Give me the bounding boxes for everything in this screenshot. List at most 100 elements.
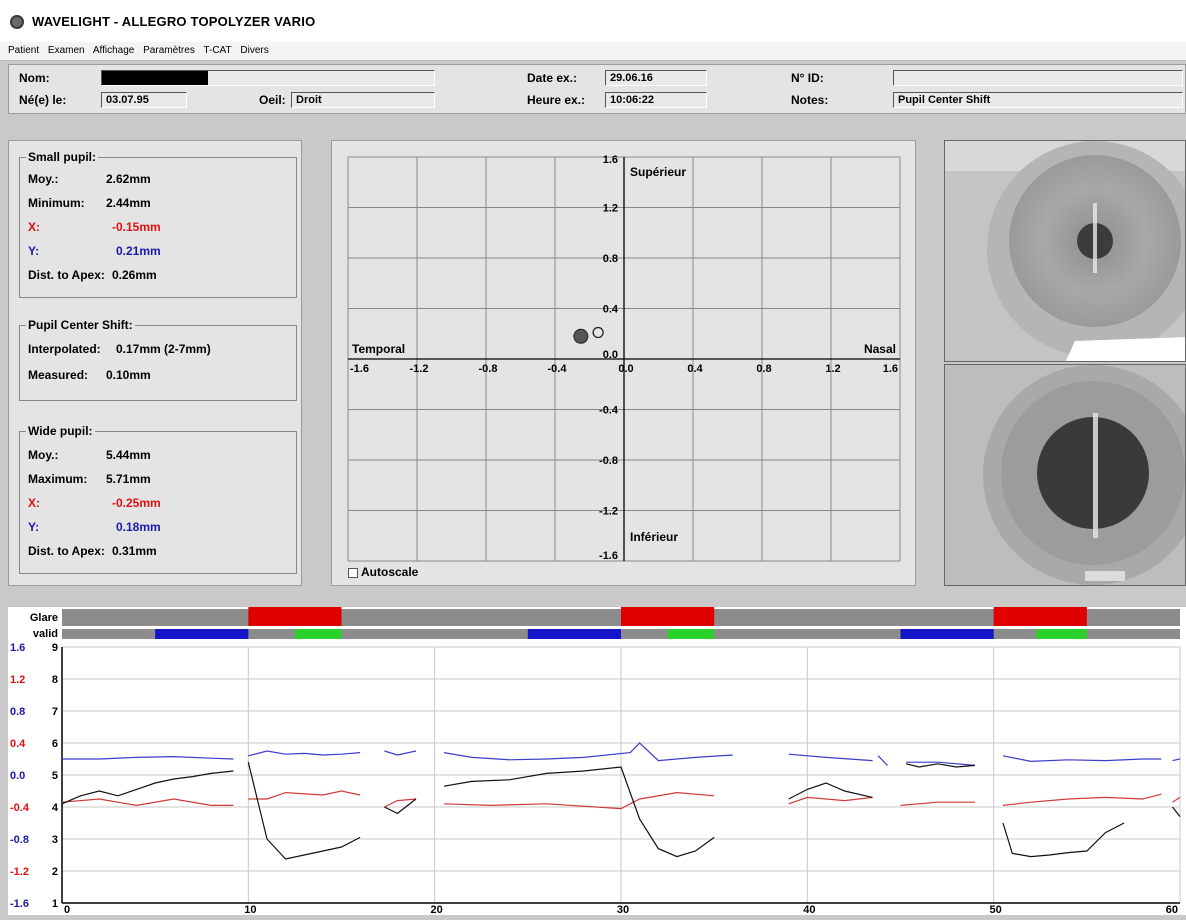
id-field[interactable]	[893, 70, 1183, 86]
scatter-y-tick-label: 0.8	[603, 253, 618, 265]
superieur-label: Supérieur	[630, 165, 686, 179]
time-y-left-tick-label: -1.6	[10, 898, 29, 910]
series-blue-line	[1172, 758, 1181, 762]
scatter-x-tick-label: 1.6	[883, 363, 898, 375]
scatter-x-tick-label: -0.8	[479, 363, 498, 375]
small-dist-value: 0.26mm	[112, 268, 157, 282]
small-x-label: X:	[28, 220, 40, 234]
time-y-right-tick-label: 3	[52, 834, 58, 846]
small-min-label: Minimum:	[28, 196, 85, 210]
autoscale-label: Autoscale	[361, 565, 419, 579]
time-y-right-tick-label: 9	[52, 642, 58, 654]
small-min-value: 2.44mm	[106, 196, 151, 210]
pupil-center-shift-group: Pupil Center Shift: Interpolated: 0.17mm…	[19, 318, 297, 401]
wide-pupil-group: Wide pupil: Moy.: 5.44mm Maximum: 5.71mm…	[19, 424, 297, 574]
series-blue-line	[62, 755, 234, 760]
series-black-line	[443, 766, 715, 858]
oeil-field[interactable]: Droit	[291, 92, 435, 108]
autoscale-checkbox[interactable]: Autoscale	[348, 565, 418, 579]
time-x-tick-label: 50	[990, 904, 1002, 915]
menu-patient[interactable]: Patient	[8, 45, 39, 56]
pupil-time-chart-panel: Glare valid 1.6 9 1.2 8 0.8 7 0.4 6 0.0 5 -0.4 4 -0.8 3…	[8, 607, 1186, 916]
valid-green-segment	[667, 629, 715, 639]
pupil-center-scatter-chart: -1.6 -1.2 -0.8 -0.4 0.0 0.4 0.8 1.2 1.6 1.6 1.2 0.8…	[347, 154, 901, 562]
pupil-center-scatter-panel: -1.6 -1.2 -0.8 -0.4 0.0 0.4 0.8 1.2 1.6 1.6 1.2 0.8…	[331, 140, 916, 586]
menu-affichage[interactable]: Affichage	[93, 45, 135, 56]
small-pupil-center-point	[592, 326, 604, 339]
glare-label: Glare	[30, 612, 58, 624]
series-blue-line	[788, 753, 873, 762]
time-y-left-tick-label: 1.2	[10, 674, 25, 686]
scatter-y-tick-label: -0.8	[599, 455, 618, 467]
time-x-tick-label: 20	[431, 904, 443, 915]
time-y-left-tick-label: -0.8	[10, 834, 29, 846]
scatter-y-tick-label: -0.4	[599, 405, 619, 417]
oeil-label: Oeil:	[259, 93, 286, 107]
patient-header: Nom: Né(e) le: 03.07.95 Oeil: Droit Date…	[8, 64, 1186, 114]
time-y-left-tick-label: -0.4	[10, 802, 30, 814]
menu-tcat[interactable]: T-CAT	[203, 45, 231, 56]
small-pupil-group: Small pupil: Moy.: 2.62mm Minimum: 2.44m…	[19, 150, 297, 298]
pcs-meas-label: Measured:	[28, 368, 89, 382]
wide-pupil-eye-icon	[945, 365, 1185, 585]
valid-blue-segment	[900, 629, 994, 639]
series-blue-line	[443, 742, 733, 762]
series-red-line	[1002, 793, 1162, 806]
notes-field[interactable]: Pupil Center Shift	[893, 92, 1183, 108]
pcs-interp-label: Interpolated:	[28, 342, 101, 356]
heure-ex-field[interactable]: 10:06:22	[605, 92, 707, 108]
time-x-tick-label: 10	[244, 904, 256, 915]
title-bar: WAVELIGHT - ALLEGRO TOPOLYZER VARIO	[0, 0, 1186, 42]
small-y-value: 0.21mm	[116, 244, 161, 258]
scatter-y-tick-label: 1.6	[603, 154, 618, 166]
wide-max-value: 5.71mm	[106, 472, 151, 486]
time-y-right-tick-label: 1	[52, 898, 58, 910]
autoscale-box-icon[interactable]	[348, 567, 358, 578]
time-y-right-tick-label: 6	[52, 738, 58, 750]
temporal-label: Temporal	[352, 342, 405, 356]
time-x-tick-label: 60	[1166, 904, 1178, 915]
scatter-x-tick-label: -0.4	[548, 363, 568, 375]
wide-dist-value: 0.31mm	[112, 544, 157, 558]
time-y-left-tick-label: 0.8	[10, 706, 25, 718]
glare-segment	[993, 607, 1087, 626]
series-blue-line	[1002, 755, 1162, 763]
valid-blue-segment	[155, 629, 249, 639]
glare-segment	[621, 607, 715, 626]
series-black-line	[788, 782, 873, 800]
inferieur-label: Inférieur	[630, 530, 678, 544]
series-black-line	[1172, 806, 1181, 817]
series-black-line	[247, 762, 361, 860]
scatter-y-tick-label: -1.2	[599, 506, 618, 518]
app-icon	[10, 15, 24, 29]
series-blue-line	[384, 750, 417, 756]
small-pupil-eye-icon	[945, 141, 1185, 361]
glare-segment	[248, 607, 342, 626]
wide-pupil-title: Wide pupil:	[26, 424, 95, 438]
date-ex-field[interactable]: 29.06.16	[605, 70, 707, 86]
scatter-x-tick-label: 1.2	[825, 363, 840, 375]
menu-parametres[interactable]: Paramètres	[143, 45, 195, 56]
time-y-right-tick-label: 5	[52, 770, 58, 782]
series-black-line	[384, 798, 417, 815]
time-x-tick-label: 30	[617, 904, 629, 915]
small-moy-value: 2.62mm	[106, 172, 151, 186]
window-title: WAVELIGHT - ALLEGRO TOPOLYZER VARIO	[32, 14, 316, 29]
time-y-left-tick-label: 1.6	[10, 642, 25, 654]
menu-examen[interactable]: Examen	[48, 45, 85, 56]
wide-max-label: Maximum:	[28, 472, 88, 486]
scatter-x-tick-label: 0.4	[687, 363, 703, 375]
nasal-label: Nasal	[864, 342, 896, 356]
scatter-y-tick-label: -1.6	[599, 550, 618, 562]
wide-x-label: X:	[28, 496, 40, 510]
scatter-x-tick-label: 0.0	[618, 363, 633, 375]
series-blue-line	[877, 755, 888, 766]
nom-label: Nom:	[19, 71, 50, 85]
nele-label: Né(e) le:	[19, 93, 67, 107]
menu-divers[interactable]: Divers	[240, 45, 268, 56]
nele-field[interactable]: 03.07.95	[101, 92, 187, 108]
pupil-time-chart: Glare valid 1.6 9 1.2 8 0.8 7 0.4 6 0.0 5 -0.4 4 -0.8 3…	[10, 607, 1181, 916]
valid-green-segment	[294, 629, 342, 639]
pcs-interp-value: 0.17mm (2-7mm)	[116, 342, 211, 356]
nom-field[interactable]	[101, 70, 435, 86]
